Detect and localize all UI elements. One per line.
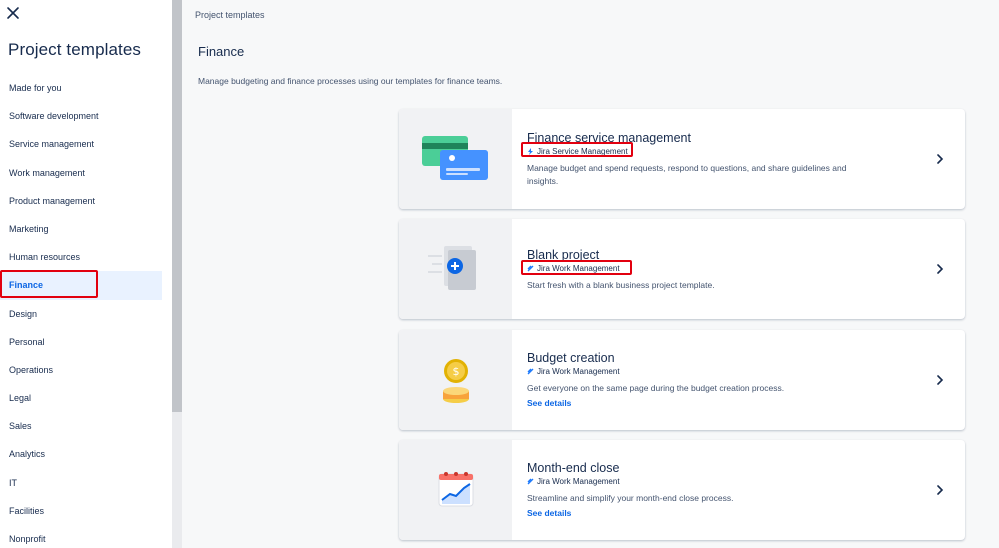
template-card-finance-service-management[interactable]: Finance service management Jira Service … (399, 109, 965, 209)
template-card-budget-creation[interactable]: $ Budget creation Jira Work Management G… (399, 330, 965, 430)
page-description: Manage budgeting and finance processes u… (198, 76, 503, 86)
product-label: Jira Service Management (527, 147, 628, 156)
card-title: Blank project (527, 248, 600, 262)
card-image (399, 219, 512, 319)
sidebar-title: Project templates (8, 40, 142, 59)
card-title: Budget creation (527, 351, 615, 365)
sidebar-scrollbar[interactable] (172, 0, 182, 548)
chevron-right-icon (937, 264, 944, 274)
sidebar-item-analytics[interactable]: Analytics (0, 440, 172, 468)
sidebar-item-human-resources[interactable]: Human resources (0, 243, 172, 271)
svg-text:$: $ (452, 365, 459, 378)
sidebar-item-operations[interactable]: Operations (0, 356, 172, 384)
scrollbar-thumb[interactable] (172, 0, 182, 412)
sidebar-item-legal[interactable]: Legal (0, 384, 172, 412)
sidebar-item-personal[interactable]: Personal (0, 328, 172, 356)
see-details-link[interactable]: See details (527, 508, 571, 518)
sidebar-item-marketing[interactable]: Marketing (0, 215, 172, 243)
see-details-link[interactable]: See details (527, 398, 571, 408)
calendar-chart-icon (438, 472, 473, 507)
sidebar-item-finance[interactable]: Finance (0, 271, 162, 300)
category-nav: Made for you Software development Servic… (0, 74, 172, 548)
sidebar-item-nonprofit[interactable]: Nonprofit (0, 525, 172, 548)
template-card-blank-project[interactable]: Blank project Jira Work Management Start… (399, 219, 965, 319)
sidebar-item-service-management[interactable]: Service management (0, 130, 172, 158)
sidebar-item-software-development[interactable]: Software development (0, 102, 172, 130)
product-label: Jira Work Management (527, 477, 620, 486)
template-card-month-end-close[interactable]: Month-end close Jira Work Management Str… (399, 440, 965, 540)
jira-work-icon (527, 478, 534, 485)
product-label: Jira Work Management (527, 367, 620, 376)
sidebar-item-product-management[interactable]: Product management (0, 187, 172, 215)
breadcrumb[interactable]: Project templates (195, 10, 265, 20)
card-description: Start fresh with a blank business projec… (527, 280, 715, 290)
chevron-right-icon (937, 485, 944, 495)
sidebar-item-work-management[interactable]: Work management (0, 159, 172, 187)
main-content: Project templates Finance Manage budgeti… (182, 0, 999, 548)
card-description: Streamline and simplify your month-end c… (527, 493, 734, 503)
sidebar-item-it[interactable]: IT (0, 469, 172, 497)
chevron-right-icon (937, 375, 944, 385)
product-label: Jira Work Management (527, 264, 620, 273)
card-image (399, 109, 512, 209)
product-name: Jira Work Management (537, 367, 620, 376)
card-image (399, 440, 512, 540)
sidebar-item-sales[interactable]: Sales (0, 412, 172, 440)
product-name: Jira Work Management (537, 264, 620, 273)
card-description: Manage budget and spend requests, respon… (527, 163, 847, 186)
jira-work-icon (527, 368, 534, 375)
card-image: $ (399, 330, 512, 430)
credit-cards-icon (421, 136, 488, 180)
coins-icon: $ (442, 359, 469, 403)
card-description: Get everyone on the same page during the… (527, 383, 785, 393)
product-name: Jira Work Management (537, 477, 620, 486)
sidebar-item-facilities[interactable]: Facilities (0, 497, 172, 525)
lightning-icon (527, 148, 534, 155)
blank-project-icon (427, 246, 476, 290)
sidebar-item-made-for-you[interactable]: Made for you (0, 74, 172, 102)
product-name: Jira Service Management (537, 147, 628, 156)
sidebar-item-design[interactable]: Design (0, 300, 172, 328)
page-title: Finance (198, 44, 245, 59)
chevron-right-icon (937, 154, 944, 164)
jira-work-icon (527, 265, 534, 272)
card-title: Finance service management (527, 131, 691, 145)
sidebar: Project templates Made for you Software … (0, 0, 172, 548)
close-icon[interactable] (4, 4, 22, 22)
card-title: Month-end close (527, 461, 620, 475)
